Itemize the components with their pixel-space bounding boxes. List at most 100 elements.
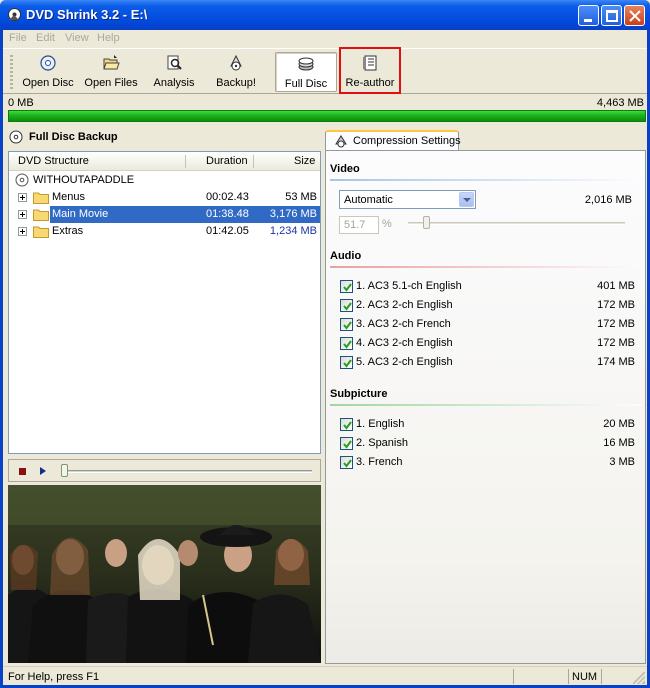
check-icon [343, 302, 352, 311]
checkbox[interactable] [340, 280, 353, 293]
menu-edit[interactable]: Edit [36, 32, 55, 44]
stop-button[interactable] [19, 468, 26, 475]
column-separator[interactable] [253, 155, 254, 168]
checkbox[interactable] [340, 437, 353, 450]
compression-icon [335, 135, 347, 148]
folder-icon [33, 209, 49, 221]
progress-min-label: 0 MB [8, 97, 34, 109]
checkbox[interactable] [340, 299, 353, 312]
menu-bar: File Edit View Help [3, 30, 647, 48]
compression-settings-panel: Video Automatic 2,016 MB 51.7 % Audio 1.… [325, 150, 646, 664]
subpicture-track-2[interactable]: 2. Spanish 16 MB [340, 437, 635, 451]
tree-column-header: DVD Structure Duration Size [9, 152, 320, 171]
menu-view[interactable]: View [65, 32, 89, 44]
percent-sign: % [382, 218, 392, 230]
column-separator[interactable] [185, 155, 186, 168]
disc-icon [9, 130, 23, 144]
video-frame [8, 485, 321, 663]
compression-percent-input[interactable]: 51.7 [339, 216, 379, 234]
status-divider [513, 669, 514, 684]
audio-track-2[interactable]: 2. AC3 2-ch English 172 MB [340, 299, 635, 313]
status-divider [601, 669, 602, 684]
compression-slider-track[interactable] [408, 222, 625, 225]
disc-stack-icon [298, 57, 314, 71]
toolbar: Open Disc Open Files Analysis Backup! Fu… [3, 48, 647, 94]
audio-group-line [330, 266, 642, 268]
checkbox[interactable] [340, 337, 353, 350]
check-icon [343, 321, 352, 330]
column-size[interactable]: Size [294, 155, 315, 167]
check-icon [343, 421, 352, 430]
open-folder-icon [103, 55, 120, 70]
audio-track-1[interactable]: 1. AC3 5.1-ch English 401 MB [340, 280, 635, 294]
status-divider [568, 669, 569, 684]
subpicture-track-1[interactable]: 1. English 20 MB [340, 418, 635, 432]
folder-icon [33, 192, 49, 204]
disc-usage-bar [8, 110, 646, 122]
subpicture-track-3[interactable]: 3. French 3 MB [340, 456, 635, 470]
checkbox[interactable] [340, 418, 353, 431]
close-icon [629, 10, 641, 22]
disc-name: WITHOUTAPADDLE [33, 174, 135, 186]
checkbox[interactable] [340, 356, 353, 369]
check-icon [343, 459, 352, 468]
check-icon [343, 340, 352, 349]
open-files-button[interactable]: Open Files [82, 52, 140, 92]
tree-row-menus[interactable]: Menus 00:02.43 53 MB [9, 189, 320, 206]
player-controls [8, 459, 321, 482]
checkbox[interactable] [340, 456, 353, 469]
title-bar[interactable]: DVD Shrink 3.2 - E:\ [0, 0, 650, 30]
column-duration[interactable]: Duration [206, 155, 248, 167]
close-button[interactable] [624, 5, 645, 26]
analysis-icon [167, 55, 182, 70]
play-button[interactable] [40, 467, 46, 475]
dvd-structure-tree[interactable]: DVD Structure Duration Size WITHOUTAPADD… [8, 151, 321, 454]
maximize-icon [606, 10, 618, 22]
menu-file[interactable]: File [9, 32, 27, 44]
expand-icon[interactable] [18, 210, 27, 219]
audio-track-4[interactable]: 4. AC3 2-ch English 172 MB [340, 337, 635, 351]
open-disc-button[interactable]: Open Disc [19, 52, 77, 92]
window-title: DVD Shrink 3.2 - E:\ [26, 7, 148, 22]
toolbar-grip[interactable] [10, 55, 13, 89]
seek-slider-thumb[interactable] [61, 464, 68, 477]
disc-icon [15, 173, 29, 187]
resize-grip-icon[interactable] [633, 672, 645, 684]
backup-icon [230, 54, 242, 71]
folder-icon [33, 226, 49, 238]
video-size: 2,016 MB [584, 194, 632, 206]
tab-compression-settings[interactable]: Compression Settings [325, 130, 461, 151]
subpicture-group-line [330, 404, 642, 406]
progress-max-label: 4,463 MB [596, 97, 644, 109]
app-window: DVD Shrink 3.2 - E:\ File Edit View Help… [0, 0, 650, 688]
compression-slider-thumb[interactable] [423, 216, 430, 229]
backup-button[interactable]: Backup! [209, 52, 263, 92]
seek-track[interactable] [65, 470, 312, 473]
tree-row-extras[interactable]: Extras 01:42.05 1,234 MB [9, 223, 320, 240]
full-disc-button[interactable]: Full Disc [275, 52, 337, 92]
audio-track-5[interactable]: 5. AC3 2-ch English 174 MB [340, 356, 635, 370]
check-icon [343, 283, 352, 292]
check-icon [343, 359, 352, 368]
video-compression-mode-select[interactable]: Automatic [339, 190, 476, 209]
audio-track-3[interactable]: 3. AC3 2-ch French 172 MB [340, 318, 635, 332]
checkbox[interactable] [340, 318, 353, 331]
analysis-button[interactable]: Analysis [148, 52, 200, 92]
tree-root-row[interactable]: WITHOUTAPADDLE [9, 172, 320, 189]
check-icon [343, 440, 352, 449]
minimize-button[interactable] [578, 5, 599, 26]
tree-row-main-movie[interactable]: Main Movie 01:38.48 3,176 MB [9, 206, 320, 223]
num-lock-indicator: NUM [572, 671, 598, 683]
video-group-title: Video [330, 163, 360, 175]
chevron-down-icon[interactable] [459, 192, 474, 207]
disc-icon [40, 55, 56, 71]
video-group-line [330, 179, 642, 181]
maximize-button[interactable] [601, 5, 622, 26]
expand-icon[interactable] [18, 193, 27, 202]
column-dvd-structure[interactable]: DVD Structure [18, 155, 89, 167]
status-bar: For Help, press F1 NUM [3, 666, 647, 685]
expand-icon[interactable] [18, 227, 27, 236]
menu-help[interactable]: Help [97, 32, 120, 44]
re-author-highlight [339, 47, 401, 94]
dvd-shrink-icon [8, 8, 21, 21]
